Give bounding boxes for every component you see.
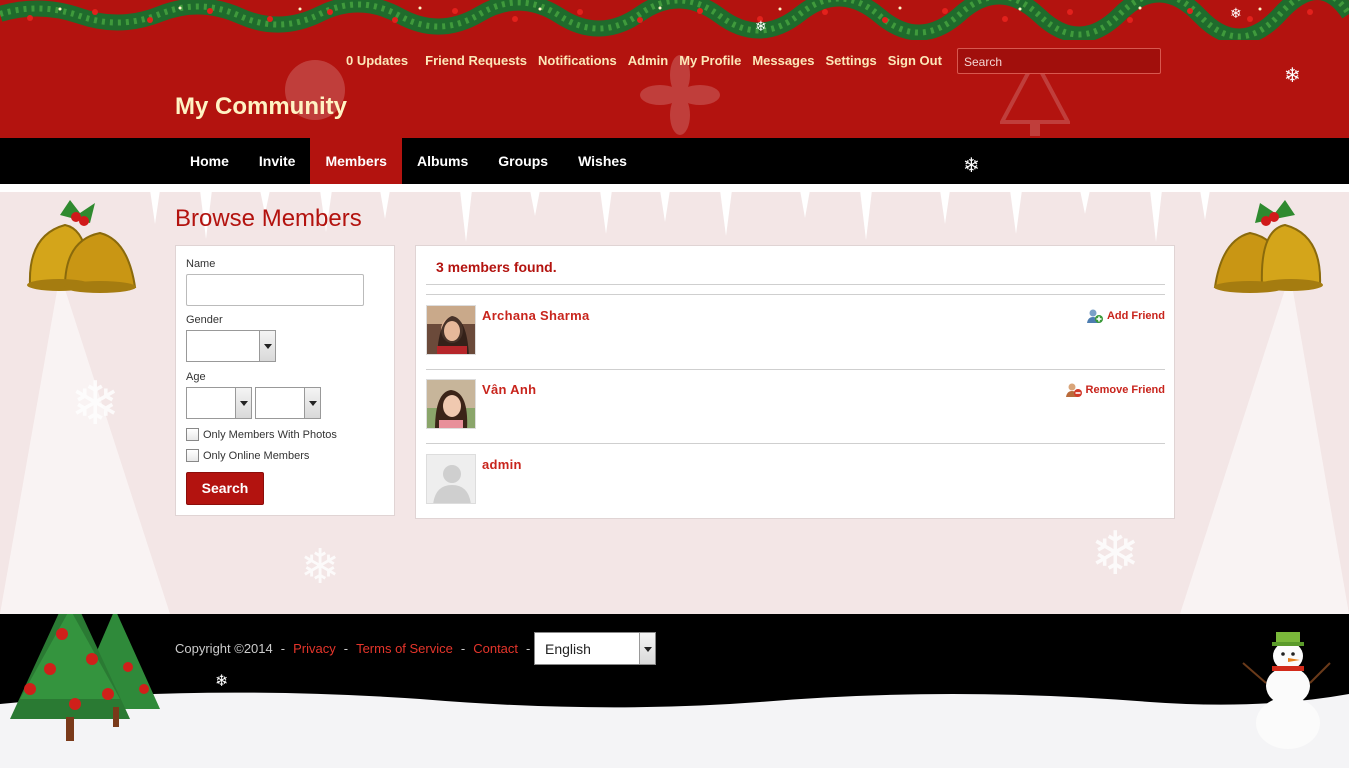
background-tree-decoration xyxy=(0,274,170,614)
separator: - xyxy=(526,641,531,656)
photos-only-checkbox[interactable]: Only Members With Photos xyxy=(186,428,337,441)
separator: - xyxy=(343,641,349,656)
snowflake-icon: ❄ xyxy=(963,155,980,177)
nav-albums[interactable]: Albums xyxy=(402,138,483,184)
snowman-decoration xyxy=(1242,632,1331,749)
add-friend-label: Add Friend xyxy=(1106,310,1165,322)
nav-members[interactable]: Members xyxy=(310,138,402,184)
chevron-down-icon xyxy=(304,388,320,418)
terms-link[interactable]: Terms of Service xyxy=(356,641,453,656)
snowflake-icon: ❄ xyxy=(300,541,341,594)
member-name-link[interactable]: admin xyxy=(482,457,522,472)
christmas-garland-decoration xyxy=(0,0,1349,40)
christmas-tree-decoration xyxy=(10,614,160,741)
gender-label: Gender xyxy=(186,314,223,326)
divider xyxy=(426,284,1165,285)
privacy-link[interactable]: Privacy xyxy=(293,641,336,656)
gender-select[interactable] xyxy=(186,330,276,362)
name-label: Name xyxy=(186,258,216,270)
site-header: 0 Updates Friend Requests Notifications … xyxy=(0,0,1349,138)
nav-invite[interactable]: Invite xyxy=(244,138,311,184)
checkbox-icon[interactable] xyxy=(186,449,199,462)
checkbox-icon[interactable] xyxy=(186,428,199,441)
member-row: Vân Anh Remove Friend xyxy=(426,379,1165,431)
remove-friend-icon xyxy=(1065,383,1082,397)
search-button[interactable]: Search xyxy=(186,472,264,505)
remove-friend-button[interactable]: Remove Friend xyxy=(1065,382,1165,398)
copyright-text: Copyright ©2014 xyxy=(175,641,273,656)
chevron-down-icon xyxy=(235,388,251,418)
photos-only-label: Only Members With Photos xyxy=(203,428,337,441)
snowflake-icon: ❄ xyxy=(1284,65,1301,87)
notifications-link[interactable]: Notifications xyxy=(538,53,617,68)
members-found-count: 3 members found. xyxy=(436,259,557,275)
bells-decoration-left xyxy=(27,200,137,293)
separator: - xyxy=(460,641,466,656)
age-label: Age xyxy=(186,371,206,383)
members-list-panel: 3 members found. Archana Sharma Add Frie… xyxy=(415,245,1175,519)
member-name-link[interactable]: Archana Sharma xyxy=(482,308,590,323)
member-row: Archana Sharma Add Friend xyxy=(426,305,1165,357)
page-title: Browse Members xyxy=(175,205,362,232)
separator: - xyxy=(280,641,286,656)
add-friend-button[interactable]: Add Friend xyxy=(1086,308,1165,324)
age-from-select[interactable] xyxy=(186,387,252,419)
member-name-link[interactable]: Vân Anh xyxy=(482,382,536,397)
age-to-select[interactable] xyxy=(255,387,321,419)
snowflake-icon: ❄ xyxy=(1090,520,1141,587)
main-navigation: Home Invite Members Albums Groups Wishes… xyxy=(0,138,1349,184)
my-profile-link[interactable]: My Profile xyxy=(679,53,741,68)
language-select[interactable]: English xyxy=(534,632,656,665)
snow-ground-decoration xyxy=(0,692,1349,768)
nav-groups[interactable]: Groups xyxy=(483,138,563,184)
member-row: admin xyxy=(426,454,1165,506)
language-value: English xyxy=(545,641,591,657)
divider xyxy=(426,369,1165,370)
member-avatar[interactable] xyxy=(426,379,476,429)
member-filter-panel: Name Gender Age Only Members With Photos… xyxy=(175,245,395,516)
snowflake-icon: ❄ xyxy=(70,370,121,437)
online-only-checkbox[interactable]: Only Online Members xyxy=(186,449,309,462)
snowflake-icon: ❄ xyxy=(755,18,767,34)
nav-home[interactable]: Home xyxy=(175,138,244,184)
chevron-down-icon xyxy=(639,633,655,664)
divider xyxy=(426,294,1165,295)
footer-links: Copyright ©2014 - Privacy - Terms of Ser… xyxy=(175,641,538,656)
settings-link[interactable]: Settings xyxy=(825,53,876,68)
divider xyxy=(426,443,1165,444)
admin-link[interactable]: Admin xyxy=(628,53,668,68)
online-only-label: Only Online Members xyxy=(203,449,310,462)
member-avatar-placeholder[interactable] xyxy=(426,454,476,504)
chevron-down-icon xyxy=(259,331,275,361)
remove-friend-label: Remove Friend xyxy=(1085,384,1165,396)
contact-link[interactable]: Contact xyxy=(473,641,518,656)
snowflake-icon: ❄ xyxy=(215,673,229,690)
site-title[interactable]: My Community xyxy=(175,93,347,121)
site-footer: Copyright ©2014 - Privacy - Terms of Ser… xyxy=(0,614,1349,768)
friend-requests-link[interactable]: Friend Requests xyxy=(425,53,527,68)
nav-wishes[interactable]: Wishes xyxy=(563,138,642,184)
bells-decoration-right xyxy=(1213,200,1323,293)
top-user-menu: 0 Updates Friend Requests Notifications … xyxy=(346,53,953,68)
header-search-input[interactable]: Search xyxy=(957,48,1161,74)
messages-link[interactable]: Messages xyxy=(752,53,814,68)
background-tree-decoration xyxy=(1180,274,1349,614)
add-friend-icon xyxy=(1086,309,1103,323)
sign-out-link[interactable]: Sign Out xyxy=(888,53,942,68)
updates-link[interactable]: 0 Updates xyxy=(346,53,408,68)
snowflake-icon: ❄ xyxy=(1230,5,1242,21)
member-avatar[interactable] xyxy=(426,305,476,355)
name-input[interactable] xyxy=(186,274,364,306)
